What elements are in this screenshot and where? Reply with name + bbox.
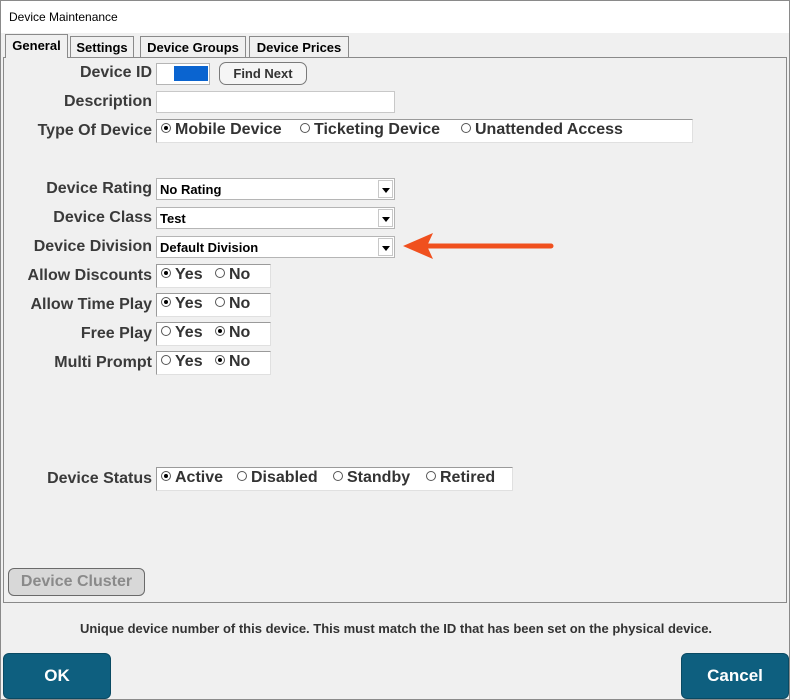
status-standby-radio[interactable]: Standby	[333, 469, 410, 487]
free-play-label: Free Play	[80, 325, 152, 342]
allow-time-play-group: Yes No	[156, 293, 271, 317]
type-mobile-device-radio[interactable]: Mobile Device	[161, 121, 282, 139]
device-rating-label: Device Rating	[46, 180, 152, 197]
multi-prompt-yes-radio[interactable]: Yes	[161, 353, 203, 371]
status-disabled-radio[interactable]: Disabled	[237, 469, 318, 487]
allow-discounts-no-radio[interactable]: No	[215, 266, 250, 284]
description-input[interactable]	[156, 91, 395, 113]
device-rating-select[interactable]: No Rating	[156, 178, 395, 200]
device-cluster-button[interactable]: Device Cluster	[8, 568, 145, 596]
type-unattended-access-radio[interactable]: Unattended Access	[461, 121, 623, 139]
multi-prompt-no-radio[interactable]: No	[215, 353, 250, 371]
type-of-device-group: Mobile Device Ticketing Device Unattende…	[156, 119, 693, 143]
multi-prompt-label: Multi Prompt	[54, 354, 152, 371]
device-class-value: Test	[160, 211, 186, 226]
device-id-input[interactable]	[156, 63, 210, 85]
device-division-value: Default Division	[160, 240, 259, 255]
device-maintenance-window: Device Maintenance General Settings Devi…	[0, 0, 790, 700]
status-active-radio[interactable]: Active	[161, 469, 223, 487]
ok-button[interactable]: OK	[3, 653, 111, 699]
device-id-label: Device ID	[79, 64, 152, 81]
device-status-label: Device Status	[47, 470, 152, 487]
device-class-select[interactable]: Test	[156, 207, 395, 229]
allow-discounts-group: Yes No	[156, 264, 271, 288]
allow-time-play-yes-radio[interactable]: Yes	[161, 295, 203, 313]
radio-selected-icon	[215, 355, 225, 365]
cancel-button[interactable]: Cancel	[681, 653, 789, 699]
type-ticketing-device-radio[interactable]: Ticketing Device	[300, 121, 440, 139]
chevron-down-icon[interactable]	[378, 209, 393, 227]
radio-empty-icon	[215, 297, 225, 307]
device-id-selection	[174, 66, 208, 81]
chevron-down-icon[interactable]	[378, 238, 393, 256]
type-of-device-label: Type Of Device	[37, 122, 152, 139]
radio-empty-icon	[333, 471, 343, 481]
radio-empty-icon	[237, 471, 247, 481]
chevron-down-icon[interactable]	[378, 180, 393, 198]
tab-general[interactable]: General	[5, 34, 68, 58]
allow-discounts-yes-radio[interactable]: Yes	[161, 266, 203, 284]
radio-selected-icon	[161, 471, 171, 481]
allow-time-play-label: Allow Time Play	[30, 296, 152, 313]
allow-time-play-no-radio[interactable]: No	[215, 295, 250, 313]
tab-settings[interactable]: Settings	[70, 36, 134, 57]
radio-empty-icon	[161, 326, 171, 336]
title-bar: Device Maintenance	[1, 1, 789, 33]
free-play-group: Yes No	[156, 322, 271, 346]
field-hint-text: Unique device number of this device. Thi…	[79, 621, 713, 636]
radio-empty-icon	[426, 471, 436, 481]
free-play-no-radio[interactable]: No	[215, 324, 250, 342]
device-class-label: Device Class	[53, 209, 152, 226]
radio-selected-icon	[161, 123, 171, 133]
radio-empty-icon	[215, 268, 225, 278]
device-rating-value: No Rating	[160, 182, 222, 197]
radio-selected-icon	[161, 297, 171, 307]
device-division-select[interactable]: Default Division	[156, 236, 395, 258]
window-title: Device Maintenance	[9, 10, 118, 24]
radio-selected-icon	[161, 268, 171, 278]
device-division-label: Device Division	[33, 238, 152, 255]
tab-device-prices[interactable]: Device Prices	[249, 36, 349, 57]
multi-prompt-group: Yes No	[156, 351, 271, 375]
status-retired-radio[interactable]: Retired	[426, 469, 495, 487]
radio-selected-icon	[215, 326, 225, 336]
free-play-yes-radio[interactable]: Yes	[161, 324, 203, 342]
radio-empty-icon	[461, 123, 471, 133]
radio-empty-icon	[300, 123, 310, 133]
tab-device-groups[interactable]: Device Groups	[140, 36, 246, 57]
allow-discounts-label: Allow Discounts	[27, 267, 152, 284]
annotation-arrow-icon	[403, 233, 554, 259]
device-status-group: Active Disabled Standby Retired	[156, 467, 513, 491]
radio-empty-icon	[161, 355, 171, 365]
find-next-button[interactable]: Find Next	[219, 62, 307, 85]
description-label: Description	[63, 93, 152, 110]
